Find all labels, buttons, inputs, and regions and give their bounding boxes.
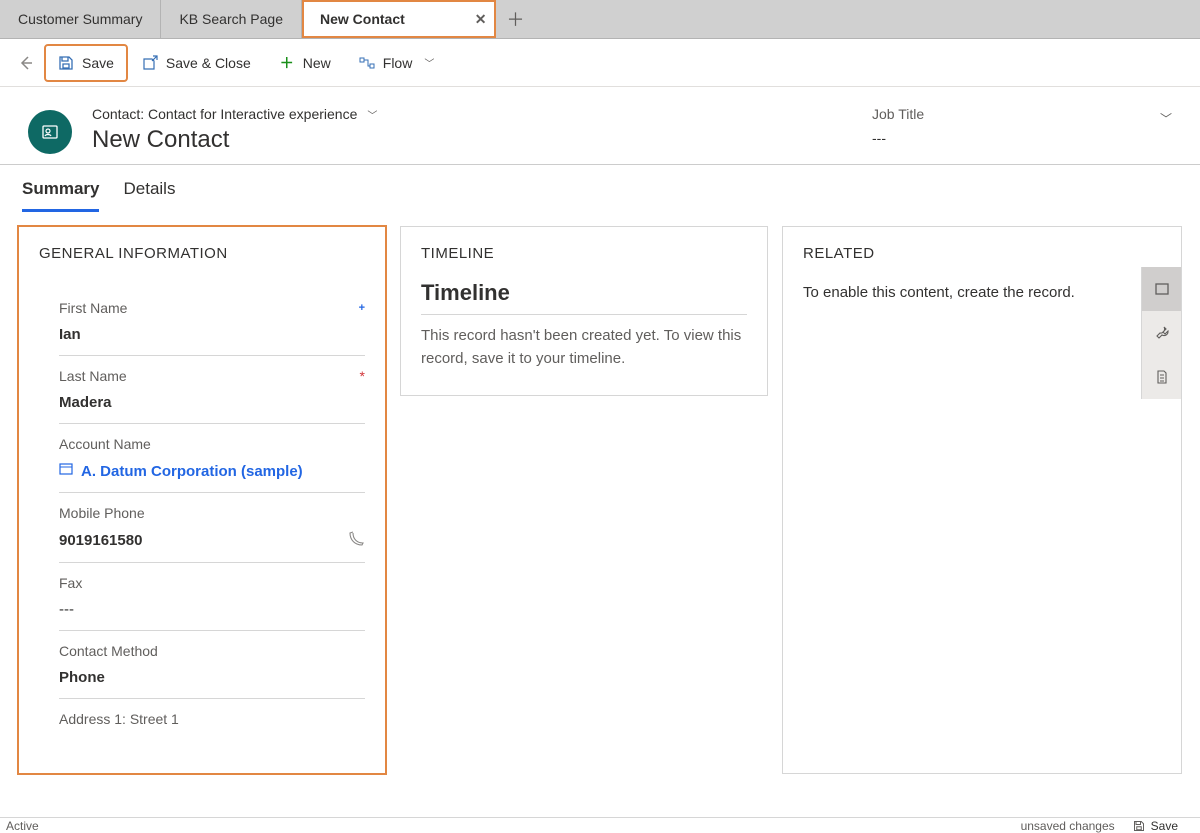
section-title: RELATED [803, 245, 1161, 262]
page-title: New Contact [92, 126, 872, 154]
save-button[interactable]: Save [46, 46, 126, 80]
panel-assistant-button[interactable] [1142, 267, 1181, 311]
fax-field[interactable]: Fax --- [59, 563, 365, 631]
field-label: Last Name [59, 368, 127, 384]
account-icon [59, 462, 73, 480]
tab-strip: Customer Summary KB Search Page New Cont… [0, 0, 1200, 39]
section-general-information: GENERAL INFORMATION First Name + Ian Las… [18, 226, 386, 774]
field-label: Mobile Phone [59, 505, 145, 521]
flow-label: Flow [383, 55, 413, 71]
avatar [28, 110, 72, 154]
flow-icon [359, 55, 375, 71]
tab-customer-summary[interactable]: Customer Summary [0, 0, 161, 38]
address1-street1-field[interactable]: Address 1: Street 1 [59, 699, 365, 739]
command-bar: Save Save & Close ＋ New Flow ﹀ [0, 39, 1200, 87]
field-label: Fax [59, 575, 82, 591]
tab-summary[interactable]: Summary [22, 175, 99, 212]
plus-icon: ＋ [507, 6, 525, 32]
save-close-icon [142, 55, 158, 71]
job-title-field[interactable]: Job Title --- [872, 106, 1140, 146]
plus-icon: ＋ [279, 55, 295, 71]
tab-kb-search[interactable]: KB Search Page [161, 0, 302, 38]
job-title-value: --- [872, 130, 1140, 146]
section-title: TIMELINE [421, 245, 747, 262]
panel-templates-button[interactable] [1142, 355, 1181, 399]
close-icon[interactable]: ✕ [475, 11, 487, 28]
tab-details[interactable]: Details [123, 175, 175, 212]
status-bar: Active unsaved changes Save [0, 817, 1200, 833]
form-selector[interactable]: Contact: Contact for Interactive experie… [92, 106, 872, 122]
record-header: Contact: Contact for Interactive experie… [0, 88, 1200, 165]
field-value: Phone [59, 669, 365, 686]
tab-label: KB Search Page [179, 11, 283, 27]
chevron-down-icon: ﹀ [424, 55, 434, 70]
form-tabs: Summary Details [0, 165, 1200, 212]
panel-icon [1154, 281, 1170, 297]
content-shell: Contact: Contact for Interactive experie… [0, 88, 1200, 817]
panel-settings-button[interactable] [1142, 311, 1181, 355]
new-tab-button[interactable]: ＋ [496, 0, 536, 38]
tab-label: Customer Summary [18, 11, 142, 27]
chevron-down-icon[interactable]: ﹀ [1160, 110, 1172, 127]
related-side-rail [1141, 267, 1181, 399]
required-indicator: * [360, 368, 365, 384]
contact-method-field[interactable]: Contact Method Phone [59, 631, 365, 699]
field-label: Contact Method [59, 643, 158, 659]
field-label: First Name [59, 300, 127, 316]
new-label: New [303, 55, 331, 71]
field-value: Ian [59, 326, 365, 343]
chevron-down-icon: ﹀ [367, 107, 377, 122]
section-related: RELATED To enable this content, create t… [782, 226, 1182, 774]
field-value: --- [59, 601, 365, 618]
timeline-message: This record hasn't been created yet. To … [421, 325, 747, 370]
field-value: 9019161580 [59, 532, 142, 549]
unsaved-changes-indicator: unsaved changes [1021, 819, 1115, 833]
mobile-phone-field[interactable]: Mobile Phone 9019161580 [59, 493, 365, 563]
phone-icon[interactable] [349, 531, 365, 550]
record-status: Active [6, 819, 39, 833]
job-title-label: Job Title [872, 106, 1140, 122]
field-value: Madera [59, 394, 365, 411]
wrench-icon [1154, 325, 1170, 341]
arrow-left-icon [18, 55, 34, 71]
related-message: To enable this content, create the recor… [803, 284, 1161, 301]
contact-avatar-icon [40, 122, 60, 142]
field-value: A. Datum Corporation (sample) [81, 463, 303, 480]
new-button[interactable]: ＋ New [267, 46, 343, 80]
save-close-button[interactable]: Save & Close [130, 46, 263, 80]
tab-label: New Contact [320, 11, 405, 27]
form-body: GENERAL INFORMATION First Name + Ian Las… [0, 212, 1200, 788]
tab-new-contact[interactable]: New Contact ✕ [302, 0, 496, 38]
first-name-field[interactable]: First Name + Ian [59, 288, 365, 356]
footer-save-label: Save [1151, 819, 1178, 833]
field-label: Account Name [59, 436, 151, 452]
save-icon [1133, 820, 1145, 832]
document-icon [1154, 369, 1170, 385]
account-name-field[interactable]: Account Name A. Datum Corporation (sampl… [59, 424, 365, 493]
back-button[interactable] [10, 47, 42, 79]
footer-save-button[interactable]: Save [1133, 819, 1178, 833]
form-name-label: Contact: Contact for Interactive experie… [92, 106, 357, 122]
flow-button[interactable]: Flow ﹀ [347, 46, 447, 80]
save-icon [58, 55, 74, 71]
recommended-indicator: + [359, 302, 365, 314]
save-label: Save [82, 55, 114, 71]
section-timeline: TIMELINE Timeline This record hasn't bee… [400, 226, 768, 396]
section-title: GENERAL INFORMATION [19, 227, 385, 288]
last-name-field[interactable]: Last Name * Madera [59, 356, 365, 424]
save-close-label: Save & Close [166, 55, 251, 71]
field-label: Address 1: Street 1 [59, 711, 179, 727]
timeline-title: Timeline [421, 280, 747, 315]
